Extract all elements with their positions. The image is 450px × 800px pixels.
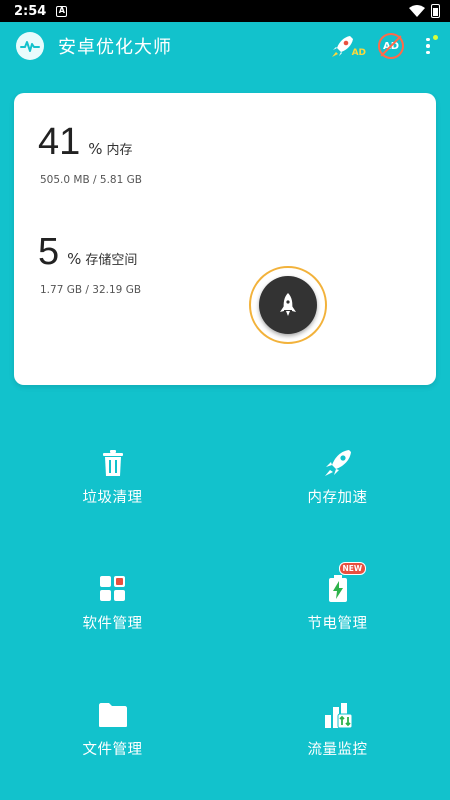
storage-used: 1.77 GB — [40, 284, 83, 296]
tool-app-manager[interactable]: 软件管理 — [0, 574, 225, 654]
rocket-icon — [280, 293, 296, 316]
new-badge: NEW — [338, 562, 367, 575]
memory-separator: / — [93, 174, 97, 186]
storage-label: 存储空间 — [85, 253, 138, 268]
folder-icon — [98, 700, 128, 730]
tool-label: 垃圾清理 — [82, 490, 143, 506]
traffic-chart-icon — [323, 700, 353, 730]
ad-label: AD — [351, 48, 366, 58]
app-title: 安卓优化大师 — [58, 37, 172, 58]
storage-percent-unit: % — [67, 250, 82, 268]
app-logo-icon — [16, 32, 44, 60]
tool-traffic-monitor[interactable]: 流量监控 — [225, 700, 450, 780]
storage-total: 32.19 GB — [92, 284, 142, 296]
status-bar: 2:54 A — [0, 0, 450, 22]
wifi-icon — [409, 5, 425, 17]
tool-power-saver[interactable]: NEW 节电管理 — [225, 562, 450, 654]
memory-stat: 41 % 内存 505.0 MB / 5.81 GB — [38, 121, 142, 186]
battery-bolt-icon: NEW — [323, 562, 367, 604]
status-card: 41 % 内存 505.0 MB / 5.81 GB 5 % 存储空间 1.77… — [14, 93, 436, 385]
storage-stat: 5 % 存储空间 1.77 GB / 32.19 GB — [38, 231, 141, 296]
update-dot — [433, 35, 438, 40]
tool-label: 节电管理 — [307, 616, 368, 632]
memory-label: 内存 — [106, 143, 133, 158]
tool-label: 文件管理 — [82, 742, 143, 758]
storage-separator: / — [85, 284, 89, 296]
rocket-icon — [323, 448, 353, 478]
tool-label: 内存加速 — [307, 490, 368, 506]
tool-label: 软件管理 — [82, 616, 143, 632]
more-options-icon[interactable] — [418, 33, 438, 59]
memory-percent: 41 — [38, 121, 81, 163]
memory-percent-unit: % — [88, 140, 103, 158]
app-bar: 安卓优化大师 AD AD — [0, 22, 450, 70]
tool-label: 流量监控 — [307, 742, 368, 758]
status-time: 2:54 — [14, 3, 47, 19]
boost-button-core — [259, 276, 317, 334]
memory-used: 505.0 MB — [40, 174, 90, 186]
storage-percent: 5 — [38, 231, 60, 273]
no-ad-label: AD — [382, 40, 400, 52]
battery-icon — [431, 4, 440, 18]
storage-usage: 1.77 GB / 32.19 GB — [40, 284, 141, 296]
tool-memory-boost[interactable]: 内存加速 — [225, 448, 450, 528]
memory-total: 5.81 GB — [99, 174, 142, 186]
apps-grid-icon — [98, 574, 128, 604]
rocket-ad-button[interactable]: AD — [330, 33, 366, 59]
notification-icon: A — [56, 5, 68, 17]
tool-junk-clean[interactable]: 垃圾清理 — [0, 448, 225, 528]
remove-ads-button[interactable]: AD — [378, 33, 404, 59]
tool-file-manager[interactable]: 文件管理 — [0, 700, 225, 780]
trash-icon — [98, 448, 128, 478]
boost-button[interactable] — [249, 266, 327, 344]
memory-usage: 505.0 MB / 5.81 GB — [40, 174, 142, 186]
